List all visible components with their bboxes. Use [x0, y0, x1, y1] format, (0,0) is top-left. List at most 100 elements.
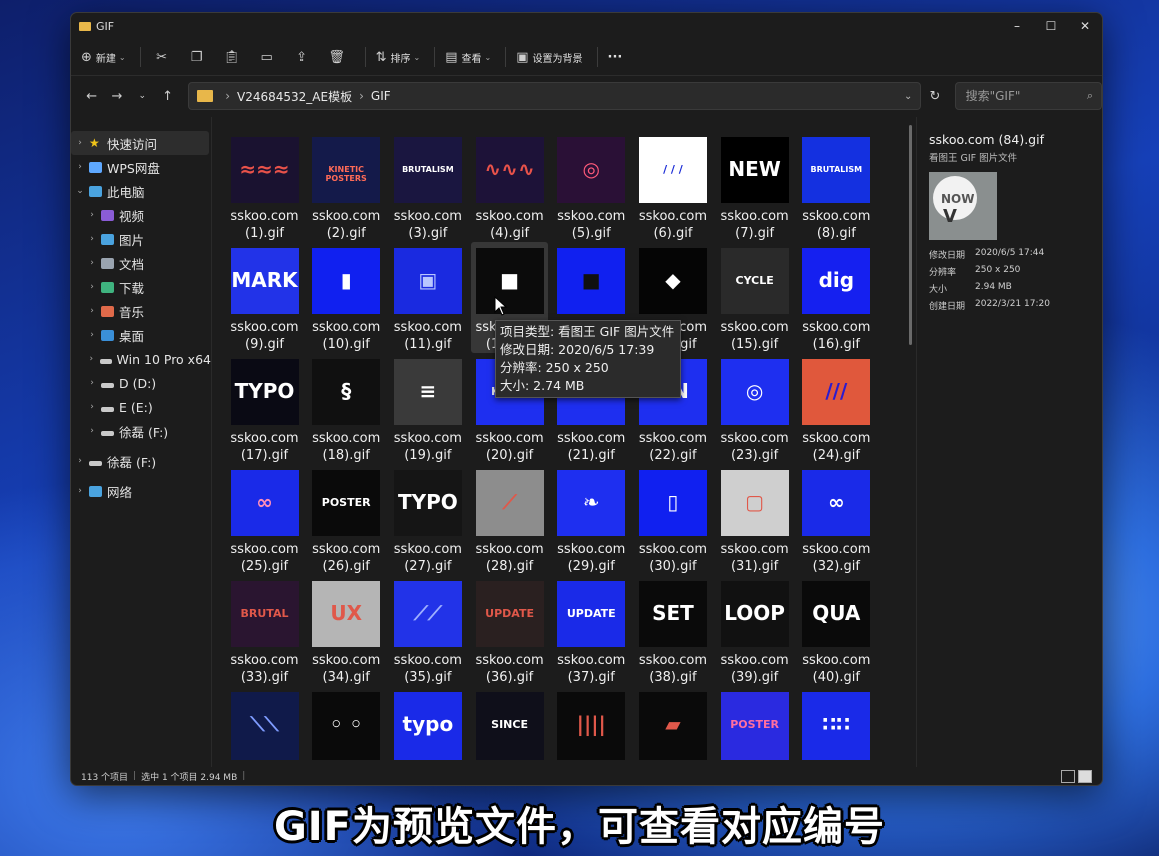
file-item[interactable]: ▰sskoo.com [634, 686, 711, 767]
chevron-down-icon[interactable]: ⌄ [71, 186, 89, 196]
breadcrumb-item[interactable]: V24684532_AE模板 [237, 88, 352, 105]
sidebar-item[interactable]: › 网络 [71, 479, 211, 503]
sidebar-item[interactable]: › ★ 快速访问 [71, 131, 209, 155]
chevron-right-icon[interactable]: › [71, 162, 89, 172]
chevron-right-icon[interactable]: › [83, 378, 101, 388]
sidebar-item[interactable]: › 下载 [71, 275, 211, 299]
search-box[interactable]: ⌕ [954, 82, 1102, 110]
file-item[interactable]: BRUTALISM sskoo.com (3).gif [389, 131, 466, 242]
file-item[interactable]: ▯ sskoo.com (30).gif [634, 464, 711, 575]
sidebar-item[interactable]: › 文档 [71, 251, 211, 275]
sidebar-item[interactable]: › Win 10 Pro x64 [71, 347, 211, 371]
file-item[interactable]: ▮ sskoo.com (10).gif [308, 242, 385, 353]
delete-icon[interactable]: 🗑︎ [326, 50, 348, 65]
sidebar-item[interactable]: › D (D:) [71, 371, 211, 395]
file-item[interactable]: POSTER sskoo.com (26).gif [308, 464, 385, 575]
sidebar-item[interactable]: › 桌面 [71, 323, 211, 347]
chevron-right-icon[interactable]: › [83, 234, 101, 244]
paste-icon[interactable]: 📋︎ [221, 50, 243, 65]
chevron-right-icon[interactable]: › [71, 486, 89, 496]
chevron-right-icon[interactable]: › [83, 402, 101, 412]
close-button[interactable]: ✕ [1068, 19, 1102, 33]
file-item[interactable]: / / / sskoo.com (6).gif [634, 131, 711, 242]
chevron-right-icon[interactable]: › [83, 306, 101, 316]
share-icon[interactable]: ⇪ [291, 50, 313, 65]
file-item[interactable]: SET sskoo.com (38).gif [634, 575, 711, 686]
rename-icon[interactable]: ▭ [256, 50, 278, 65]
thumbnail-view-icon[interactable] [1078, 769, 1092, 783]
sidebar-item[interactable]: › 视频 [71, 203, 211, 227]
file-item[interactable]: ▣ sskoo.com (11).gif [389, 242, 466, 353]
file-item[interactable]: § sskoo.com (18).gif [308, 353, 385, 464]
file-item[interactable]: ≈≈≈ sskoo.com (1).gif [226, 131, 303, 242]
file-item[interactable]: UPDATE sskoo.com (36).gif [471, 575, 548, 686]
file-item[interactable]: TYPO sskoo.com (27).gif [389, 464, 466, 575]
file-item[interactable]: BRUTAL sskoo.com (33).gif [226, 575, 303, 686]
chevron-right-icon[interactable]: › [83, 426, 101, 436]
file-item[interactable]: ≡ sskoo.com (19).gif [389, 353, 466, 464]
file-item[interactable]: ▢ sskoo.com (31).gif [716, 464, 793, 575]
sidebar-item[interactable]: › WPS网盘 [71, 155, 211, 179]
forward-arrow-icon[interactable]: → [104, 89, 129, 104]
file-item[interactable]: BRUTALISM sskoo.com (8).gif [798, 131, 875, 242]
chevron-right-icon[interactable]: › [83, 330, 101, 340]
view-button[interactable]: ▤ 查看 ⌄ [445, 50, 491, 65]
refresh-icon[interactable]: ↻ [921, 89, 948, 104]
details-view-icon[interactable] [1061, 769, 1075, 783]
sidebar-item[interactable]: › 徐磊 (F:) [71, 449, 211, 473]
file-item[interactable]: UX sskoo.com (34).gif [308, 575, 385, 686]
chevron-right-icon[interactable]: › [71, 138, 89, 148]
file-item[interactable]: QUA sskoo.com (40).gif [798, 575, 875, 686]
file-item[interactable]: LOOP sskoo.com (39).gif [716, 575, 793, 686]
file-item[interactable]: MARK sskoo.com (9).gif [226, 242, 303, 353]
vertical-scrollbar[interactable] [909, 125, 912, 345]
back-arrow-icon[interactable]: ← [79, 89, 104, 104]
more-button[interactable]: ··· [608, 50, 623, 65]
recent-chevron-icon[interactable]: ⌄ [130, 91, 155, 101]
copy-icon[interactable]: ❐ [186, 50, 208, 65]
cut-icon[interactable]: ✂ [151, 50, 173, 65]
up-arrow-icon[interactable]: ↑ [155, 89, 180, 104]
search-input[interactable] [963, 88, 1078, 104]
file-item[interactable]: /// sskoo.com (24).gif [798, 353, 875, 464]
new-button[interactable]: ⊕ 新建 ⌄ [81, 50, 126, 65]
sidebar-item[interactable]: › 音乐 [71, 299, 211, 323]
chevron-right-icon[interactable]: › [83, 282, 101, 292]
file-item[interactable]: ∿∿∿ sskoo.com (4).gif [471, 131, 548, 242]
address-bar[interactable]: › V24684532_AE模板 › GIF ⌄ [188, 82, 922, 110]
file-item[interactable]: ∷∷sskoo.com [798, 686, 875, 767]
file-item[interactable]: ◎ sskoo.com (5).gif [553, 131, 630, 242]
chevron-right-icon[interactable]: › [83, 354, 100, 364]
file-item[interactable]: typosskoo.com [389, 686, 466, 767]
file-item[interactable]: ⟋ sskoo.com (28).gif [471, 464, 548, 575]
file-item[interactable]: UPDATE sskoo.com (37).gif [553, 575, 630, 686]
file-item[interactable]: TYPO sskoo.com (17).gif [226, 353, 303, 464]
sidebar-item[interactable]: › E (E:) [71, 395, 211, 419]
file-item[interactable]: ◎ sskoo.com (23).gif [716, 353, 793, 464]
chevron-right-icon[interactable]: › [71, 456, 89, 466]
file-item[interactable]: KINETIC POSTERS sskoo.com (2).gif [308, 131, 385, 242]
file-item[interactable]: NEW sskoo.com (7).gif [716, 131, 793, 242]
breadcrumb-item[interactable]: GIF [371, 89, 391, 103]
set-background-button[interactable]: ▣ 设置为背景 [516, 50, 582, 65]
file-item[interactable]: CYCLE sskoo.com (15).gif [716, 242, 793, 353]
file-item[interactable]: POSTERsskoo.com [716, 686, 793, 767]
file-item[interactable]: ⟋⟋ sskoo.com (35).gif [389, 575, 466, 686]
chevron-right-icon[interactable]: › [83, 258, 101, 268]
file-item[interactable]: ∞ sskoo.com (32).gif [798, 464, 875, 575]
chevron-right-icon[interactable]: › [83, 210, 101, 220]
file-item[interactable]: ∞ sskoo.com (25).gif [226, 464, 303, 575]
file-item[interactable]: ❧ sskoo.com (29).gif [553, 464, 630, 575]
file-item[interactable]: dig sskoo.com (16).gif [798, 242, 875, 353]
sidebar-item[interactable]: ⌄ 此电脑 [71, 179, 211, 203]
file-item[interactable]: ||||sskoo.com [553, 686, 630, 767]
file-item[interactable]: SINCEsskoo.com [471, 686, 548, 767]
maximize-button[interactable]: ☐ [1034, 19, 1068, 33]
file-item[interactable]: ⟍⟍sskoo.com [226, 686, 303, 767]
minimize-button[interactable]: – [1000, 19, 1034, 33]
sort-button[interactable]: ⇅ 排序 ⌄ [376, 50, 421, 65]
chevron-down-icon[interactable]: ⌄ [904, 91, 912, 102]
file-item[interactable]: ◦ ◦sskoo.com [308, 686, 385, 767]
sidebar-item[interactable]: › 徐磊 (F:) [71, 419, 211, 443]
sidebar-item[interactable]: › 图片 [71, 227, 211, 251]
